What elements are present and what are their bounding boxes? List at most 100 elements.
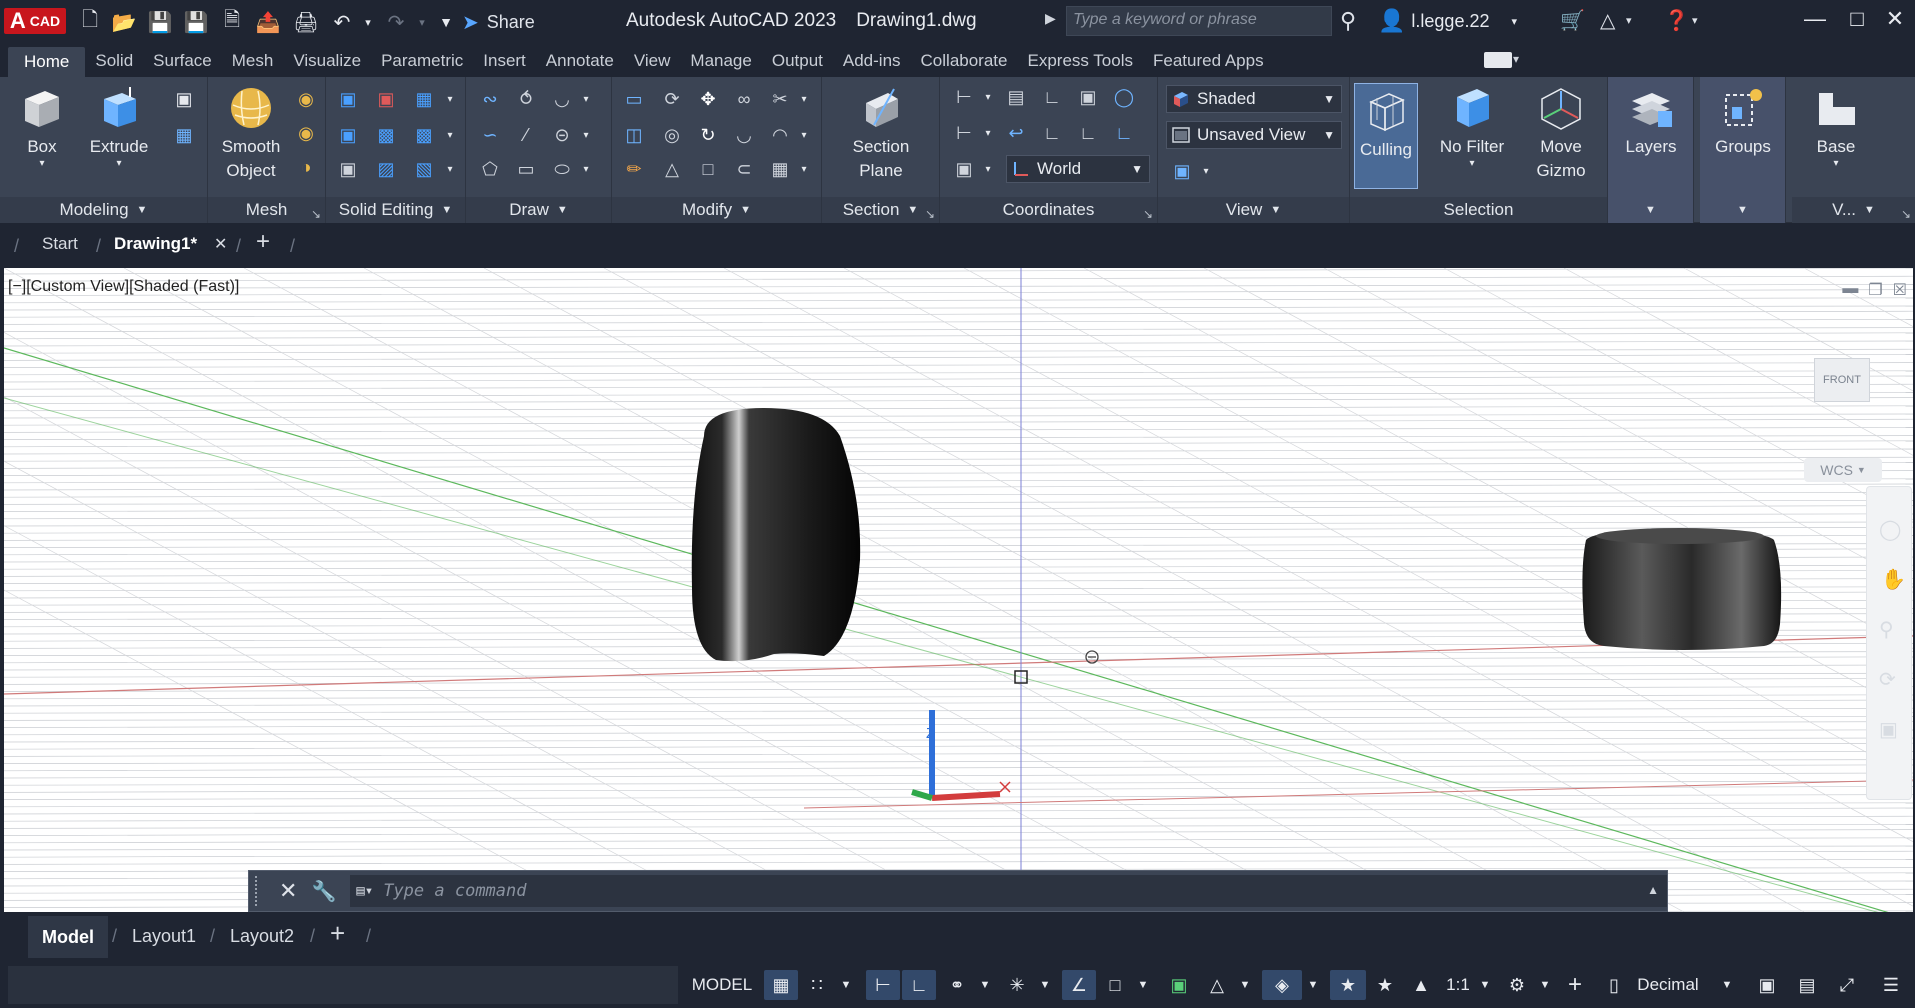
separate-icon[interactable]: ▧: [412, 157, 436, 181]
app-menu-button[interactable]: A CAD: [4, 8, 66, 34]
graphics-performance-icon[interactable]: ▤: [1790, 970, 1824, 1000]
tab-start[interactable]: Start: [42, 234, 78, 254]
base-view-panel-launcher-icon[interactable]: ↘: [1901, 207, 1911, 221]
2d-object-snap-icon[interactable]: □: [1098, 970, 1132, 1000]
dynamic-input-icon[interactable]: ∟: [902, 970, 936, 1000]
stretch-icon[interactable]: □: [696, 157, 720, 181]
tab-insert[interactable]: Insert: [473, 47, 536, 77]
snap-dropdown-icon[interactable]: ▼: [834, 970, 858, 1000]
recent-commands-icon[interactable]: ▤▾: [356, 883, 373, 899]
ucs-view-icon[interactable]: ▤: [1004, 85, 1028, 109]
ucs-icon-properties-icon[interactable]: ▣: [952, 157, 976, 181]
ucs-z-icon[interactable]: ∟: [1076, 121, 1100, 145]
scale-icon[interactable]: ◡: [732, 123, 756, 147]
customization-menu-icon[interactable]: ☰: [1874, 970, 1908, 1000]
new-layout-icon[interactable]: +: [330, 918, 345, 949]
extract-edges-icon[interactable]: ▩: [412, 123, 436, 147]
tab-home[interactable]: Home: [8, 47, 86, 77]
polar-tracking-icon[interactable]: ⚭: [940, 970, 974, 1000]
ucs-x-icon[interactable]: ∟: [1040, 121, 1064, 145]
tab-visualize[interactable]: Visualize: [283, 47, 371, 77]
open-from-web-icon[interactable]: 🗎: [220, 9, 244, 34]
no-filter-button[interactable]: No Filter ▾: [1430, 85, 1514, 169]
workspace-switching-icon[interactable]: ⚙: [1500, 970, 1534, 1000]
tab-manage[interactable]: Manage: [680, 47, 761, 77]
maximize-icon[interactable]: □: [1842, 6, 1872, 32]
section-panel-launcher-icon[interactable]: ↘: [925, 207, 935, 221]
open-folder-icon[interactable]: 📂: [112, 10, 137, 34]
viewport-config-icon[interactable]: ▣: [1170, 159, 1194, 183]
customize-quick-access-icon[interactable]: ▼: [434, 10, 458, 34]
3d-object-snap-icon[interactable]: △: [1200, 970, 1234, 1000]
box-button[interactable]: Box ▾: [12, 85, 72, 169]
undo-dropdown-icon[interactable]: ▾: [356, 10, 380, 34]
ucs-origin-dropdown-icon[interactable]: ▾: [976, 121, 1000, 145]
viewport-minimize-icon[interactable]: ▬: [1842, 280, 1858, 300]
save-to-web-icon[interactable]: 📤: [256, 10, 281, 34]
erase-icon[interactable]: ✏: [622, 157, 646, 181]
visual-style-select[interactable]: Shaded ▼: [1166, 85, 1342, 113]
share-button[interactable]: ➤ Share: [462, 8, 535, 36]
workspace-dropdown-icon[interactable]: ▼: [1534, 970, 1556, 1000]
auto-scale-icon[interactable]: ★: [1368, 970, 1402, 1000]
3d-align-icon[interactable]: △: [660, 157, 684, 181]
tab-output[interactable]: Output: [762, 47, 833, 77]
circle-dropdown-icon[interactable]: ▾: [574, 123, 598, 147]
annotation-visibility-icon[interactable]: ★: [1330, 970, 1366, 1000]
viewport-controls-label[interactable]: [−][Custom View][Shaded (Fast)]: [8, 278, 239, 296]
tab-view[interactable]: View: [624, 47, 681, 77]
app-dropdown-icon[interactable]: ▾: [1626, 14, 1632, 27]
tab-layout1[interactable]: Layout1: [132, 926, 196, 947]
thicken-icon[interactable]: ▨: [374, 157, 398, 181]
ellipse-dropdown-icon[interactable]: ▾: [574, 157, 598, 181]
3d-move-icon[interactable]: ◎: [660, 123, 684, 147]
offset-icon[interactable]: ⊂: [732, 157, 756, 181]
steering-wheel-icon[interactable]: ◯: [1879, 517, 1901, 542]
tab-featured-apps[interactable]: Featured Apps: [1143, 47, 1274, 77]
isometric-dropdown-icon[interactable]: ▼: [1034, 970, 1056, 1000]
ucs-icon-properties-dropdown-icon[interactable]: ▾: [976, 157, 1000, 181]
mesh-panel-launcher-icon[interactable]: ↘: [311, 207, 321, 221]
circle-icon[interactable]: ⊝: [550, 123, 574, 147]
move-icon[interactable]: ✥: [696, 87, 720, 111]
autodesk-app-icon[interactable]: △: [1600, 8, 1615, 33]
section-panel-expand-icon[interactable]: ▼: [907, 204, 918, 216]
model-space-canvas[interactable]: Z: [4, 268, 1913, 912]
redo-dropdown-icon[interactable]: ▾: [410, 10, 434, 34]
named-view-select[interactable]: Unsaved View ▼: [1166, 121, 1342, 149]
object-snap-tracking-icon[interactable]: ∠: [1062, 970, 1096, 1000]
line-icon[interactable]: ⁄: [514, 123, 538, 147]
command-customize-icon[interactable]: 🔧: [311, 879, 336, 904]
slice-icon[interactable]: ▩: [374, 123, 398, 147]
command-history-icon[interactable]: ▲: [1647, 883, 1659, 897]
solid-history-dropdown-icon[interactable]: ▾: [438, 87, 462, 111]
annotation-scale-icon[interactable]: ▲: [1404, 970, 1438, 1000]
tab-solid[interactable]: Solid: [85, 47, 143, 77]
move-gizmo-button[interactable]: Move Gizmo: [1522, 85, 1600, 183]
command-input[interactable]: ▤▾ Type a command: [350, 875, 1667, 907]
user-account-button[interactable]: 👤 l.legge.22 ▾: [1378, 8, 1517, 34]
isometric-drafting-icon[interactable]: ✳: [1000, 970, 1034, 1000]
helix-icon[interactable]: ⥀: [514, 87, 538, 111]
save-as-icon[interactable]: 💾: [184, 10, 209, 34]
help-icon[interactable]: ❓: [1664, 8, 1689, 33]
fillet-icon[interactable]: ◠: [768, 123, 792, 147]
rectangle-icon[interactable]: ▭: [514, 157, 538, 181]
subtract-icon[interactable]: ▣: [374, 87, 398, 111]
clean-screen-icon[interactable]: ⤢: [1830, 970, 1864, 1000]
ucs-icon[interactable]: ⊢: [952, 85, 976, 109]
solid-body-1[interactable]: [691, 408, 861, 662]
polar-dropdown-icon[interactable]: ▼: [974, 970, 996, 1000]
section-plane-button[interactable]: Section Plane: [838, 85, 924, 183]
tab-add-ins[interactable]: Add-ins: [833, 47, 911, 77]
command-line-grip[interactable]: [255, 876, 267, 906]
transparency-icon[interactable]: ▣: [1162, 970, 1196, 1000]
close-tab-icon[interactable]: ✕: [214, 234, 227, 254]
array-icon[interactable]: ∞: [732, 87, 756, 111]
presspull-icon[interactable]: ▦: [172, 123, 196, 147]
viewport-close-icon[interactable]: ☒: [1893, 280, 1907, 300]
tab-mesh[interactable]: Mesh: [222, 47, 284, 77]
mesh-crease-icon[interactable]: ◑: [294, 155, 318, 179]
polyline-icon[interactable]: ∾: [478, 87, 502, 111]
ribbon-minimize-button[interactable]: [1484, 52, 1512, 68]
